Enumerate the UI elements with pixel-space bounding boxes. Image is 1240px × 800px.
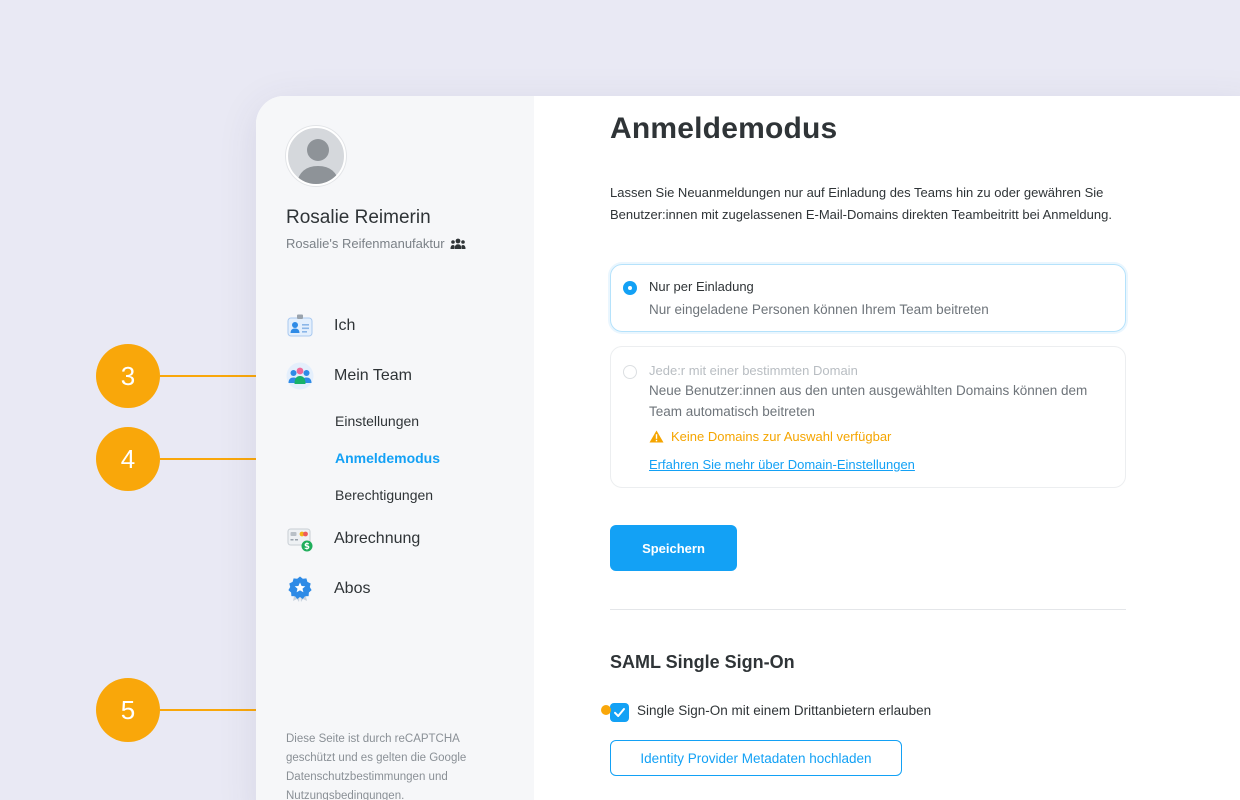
- warning-icon: [649, 430, 664, 443]
- nav-label-abrechnung: Abrechnung: [334, 530, 421, 547]
- page-description: Lassen Sie Neuanmeldungen nur auf Einlad…: [610, 185, 1112, 222]
- nav-item-abrechnung[interactable]: $ Abrechnung: [286, 525, 420, 553]
- option-invite-only[interactable]: Nur per Einladung Nur eingeladene Person…: [610, 264, 1126, 332]
- callout-dot-5: [601, 705, 611, 715]
- team-group-icon: [286, 362, 314, 390]
- radio-invite-only[interactable]: [623, 281, 637, 295]
- sidebar: Rosalie Reimerin Rosalie's Reifenmanufak…: [256, 96, 534, 800]
- nav-sub-berechtigungen[interactable]: Berechtigungen: [335, 487, 433, 503]
- domain-warning: Keine Domains zur Auswahl verfügbar: [649, 429, 891, 444]
- nav-item-ich[interactable]: Ich: [286, 312, 355, 340]
- svg-text:$: $: [304, 542, 310, 552]
- team-icon: [450, 238, 466, 249]
- callout-badge-3: 3: [96, 344, 160, 408]
- checkmark-icon: [614, 708, 625, 717]
- option-domain[interactable]: Jede:r mit einer bestimmten Domain Neue …: [610, 346, 1126, 488]
- saml-section-title: SAML Single Sign-On: [610, 652, 795, 672]
- nav-label-ich: Ich: [334, 317, 356, 334]
- sso-checkbox[interactable]: [610, 703, 629, 722]
- user-organization: Rosalie's Reifenmanufaktur: [286, 236, 466, 251]
- callout-badge-5: 5: [96, 678, 160, 742]
- badge-star-icon: [286, 575, 314, 603]
- user-silhouette-icon: [296, 139, 340, 184]
- domain-warning-text: Keine Domains zur Auswahl verfügbar: [671, 429, 892, 444]
- id-card-icon: [286, 312, 314, 340]
- option-domain-description: Neue Benutzer:innen aus den unten ausgew…: [649, 383, 1088, 419]
- callout-badge-4: 4: [96, 427, 160, 491]
- save-button[interactable]: Speichern: [610, 525, 737, 571]
- nav-item-mein-team[interactable]: Mein Team: [286, 362, 412, 390]
- option-domain-title: Jede:r mit einer bestimmten Domain: [649, 363, 858, 378]
- nav-label-mein-team: Mein Team: [334, 367, 412, 384]
- domain-settings-link[interactable]: Erfahren Sie mehr über Domain-Einstellun…: [649, 457, 915, 472]
- nav-item-abos[interactable]: Abos: [286, 575, 370, 603]
- section-divider: [610, 609, 1126, 610]
- avatar[interactable]: [286, 126, 346, 186]
- organization-name: Rosalie's Reifenmanufaktur: [286, 236, 445, 251]
- sso-checkbox-label: Single Sign-On mit einem Drittanbietern …: [637, 703, 932, 718]
- app-window: Rosalie Reimerin Rosalie's Reifenmanufak…: [256, 96, 1240, 800]
- nav-label-abos: Abos: [334, 580, 371, 597]
- main-content: Anmeldemodus Lassen Sie Neuanmeldungen n…: [534, 96, 1240, 800]
- option-invite-description: Nur eingeladene Personen können Ihrem Te…: [649, 302, 989, 317]
- user-name: Rosalie Reimerin: [286, 207, 431, 228]
- upload-metadata-button[interactable]: Identity Provider Metadaten hochladen: [610, 740, 902, 776]
- page-title: Anmeldemodus: [610, 112, 838, 145]
- nav-sub-anmeldemodus[interactable]: Anmeldemodus: [335, 450, 440, 466]
- nav-sub-einstellungen[interactable]: Einstellungen: [335, 413, 419, 429]
- option-invite-title: Nur per Einladung: [649, 279, 754, 294]
- recaptcha-notice: Diese Seite ist durch reCAPTCHA geschütz…: [286, 733, 467, 800]
- billing-icon: $: [286, 525, 314, 553]
- radio-domain[interactable]: [623, 365, 637, 379]
